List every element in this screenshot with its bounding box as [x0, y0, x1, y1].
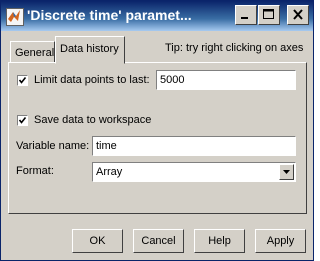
apply-button[interactable]: Apply — [255, 229, 306, 253]
limit-data-checkbox[interactable] — [17, 75, 28, 86]
save-workspace-checkbox[interactable] — [17, 115, 28, 126]
data-history-panel: Limit data points to last: 5000 Save dat… — [8, 62, 307, 214]
ok-button[interactable]: OK — [72, 229, 123, 253]
close-button[interactable] — [287, 5, 309, 25]
format-dropdown[interactable]: Array — [92, 162, 296, 182]
maximize-button[interactable] — [258, 5, 280, 25]
maximize-icon — [263, 9, 274, 19]
tab-general[interactable]: General — [10, 41, 55, 63]
tip-text: Tip: try right clicking on axes — [165, 42, 304, 54]
matlab-icon — [6, 8, 24, 26]
dropdown-button[interactable] — [279, 164, 294, 180]
title-bar[interactable]: 'Discrete time' paramet... — [1, 1, 313, 31]
minimize-button[interactable] — [235, 5, 257, 25]
checkmark-icon — [18, 77, 27, 84]
limit-data-label: Limit data points to last: — [34, 74, 150, 86]
cancel-button[interactable]: Cancel — [133, 229, 184, 253]
close-icon — [293, 9, 303, 20]
dialog-window: 'Discrete time' paramet... General Data … — [0, 0, 314, 261]
checkmark-icon — [18, 117, 27, 124]
limit-data-input[interactable]: 5000 — [156, 70, 296, 90]
tab-data-history[interactable]: Data history — [55, 36, 125, 64]
format-label: Format: — [16, 165, 54, 177]
help-button[interactable]: Help — [194, 229, 245, 253]
variable-name-label: Variable name: — [16, 140, 90, 152]
format-selected-value: Array — [96, 166, 123, 178]
minimize-icon — [241, 17, 248, 19]
chevron-down-icon — [283, 170, 290, 174]
save-workspace-label: Save data to workspace — [34, 114, 152, 126]
window-title: 'Discrete time' paramet... — [27, 7, 192, 23]
variable-name-input[interactable]: time — [92, 136, 296, 156]
